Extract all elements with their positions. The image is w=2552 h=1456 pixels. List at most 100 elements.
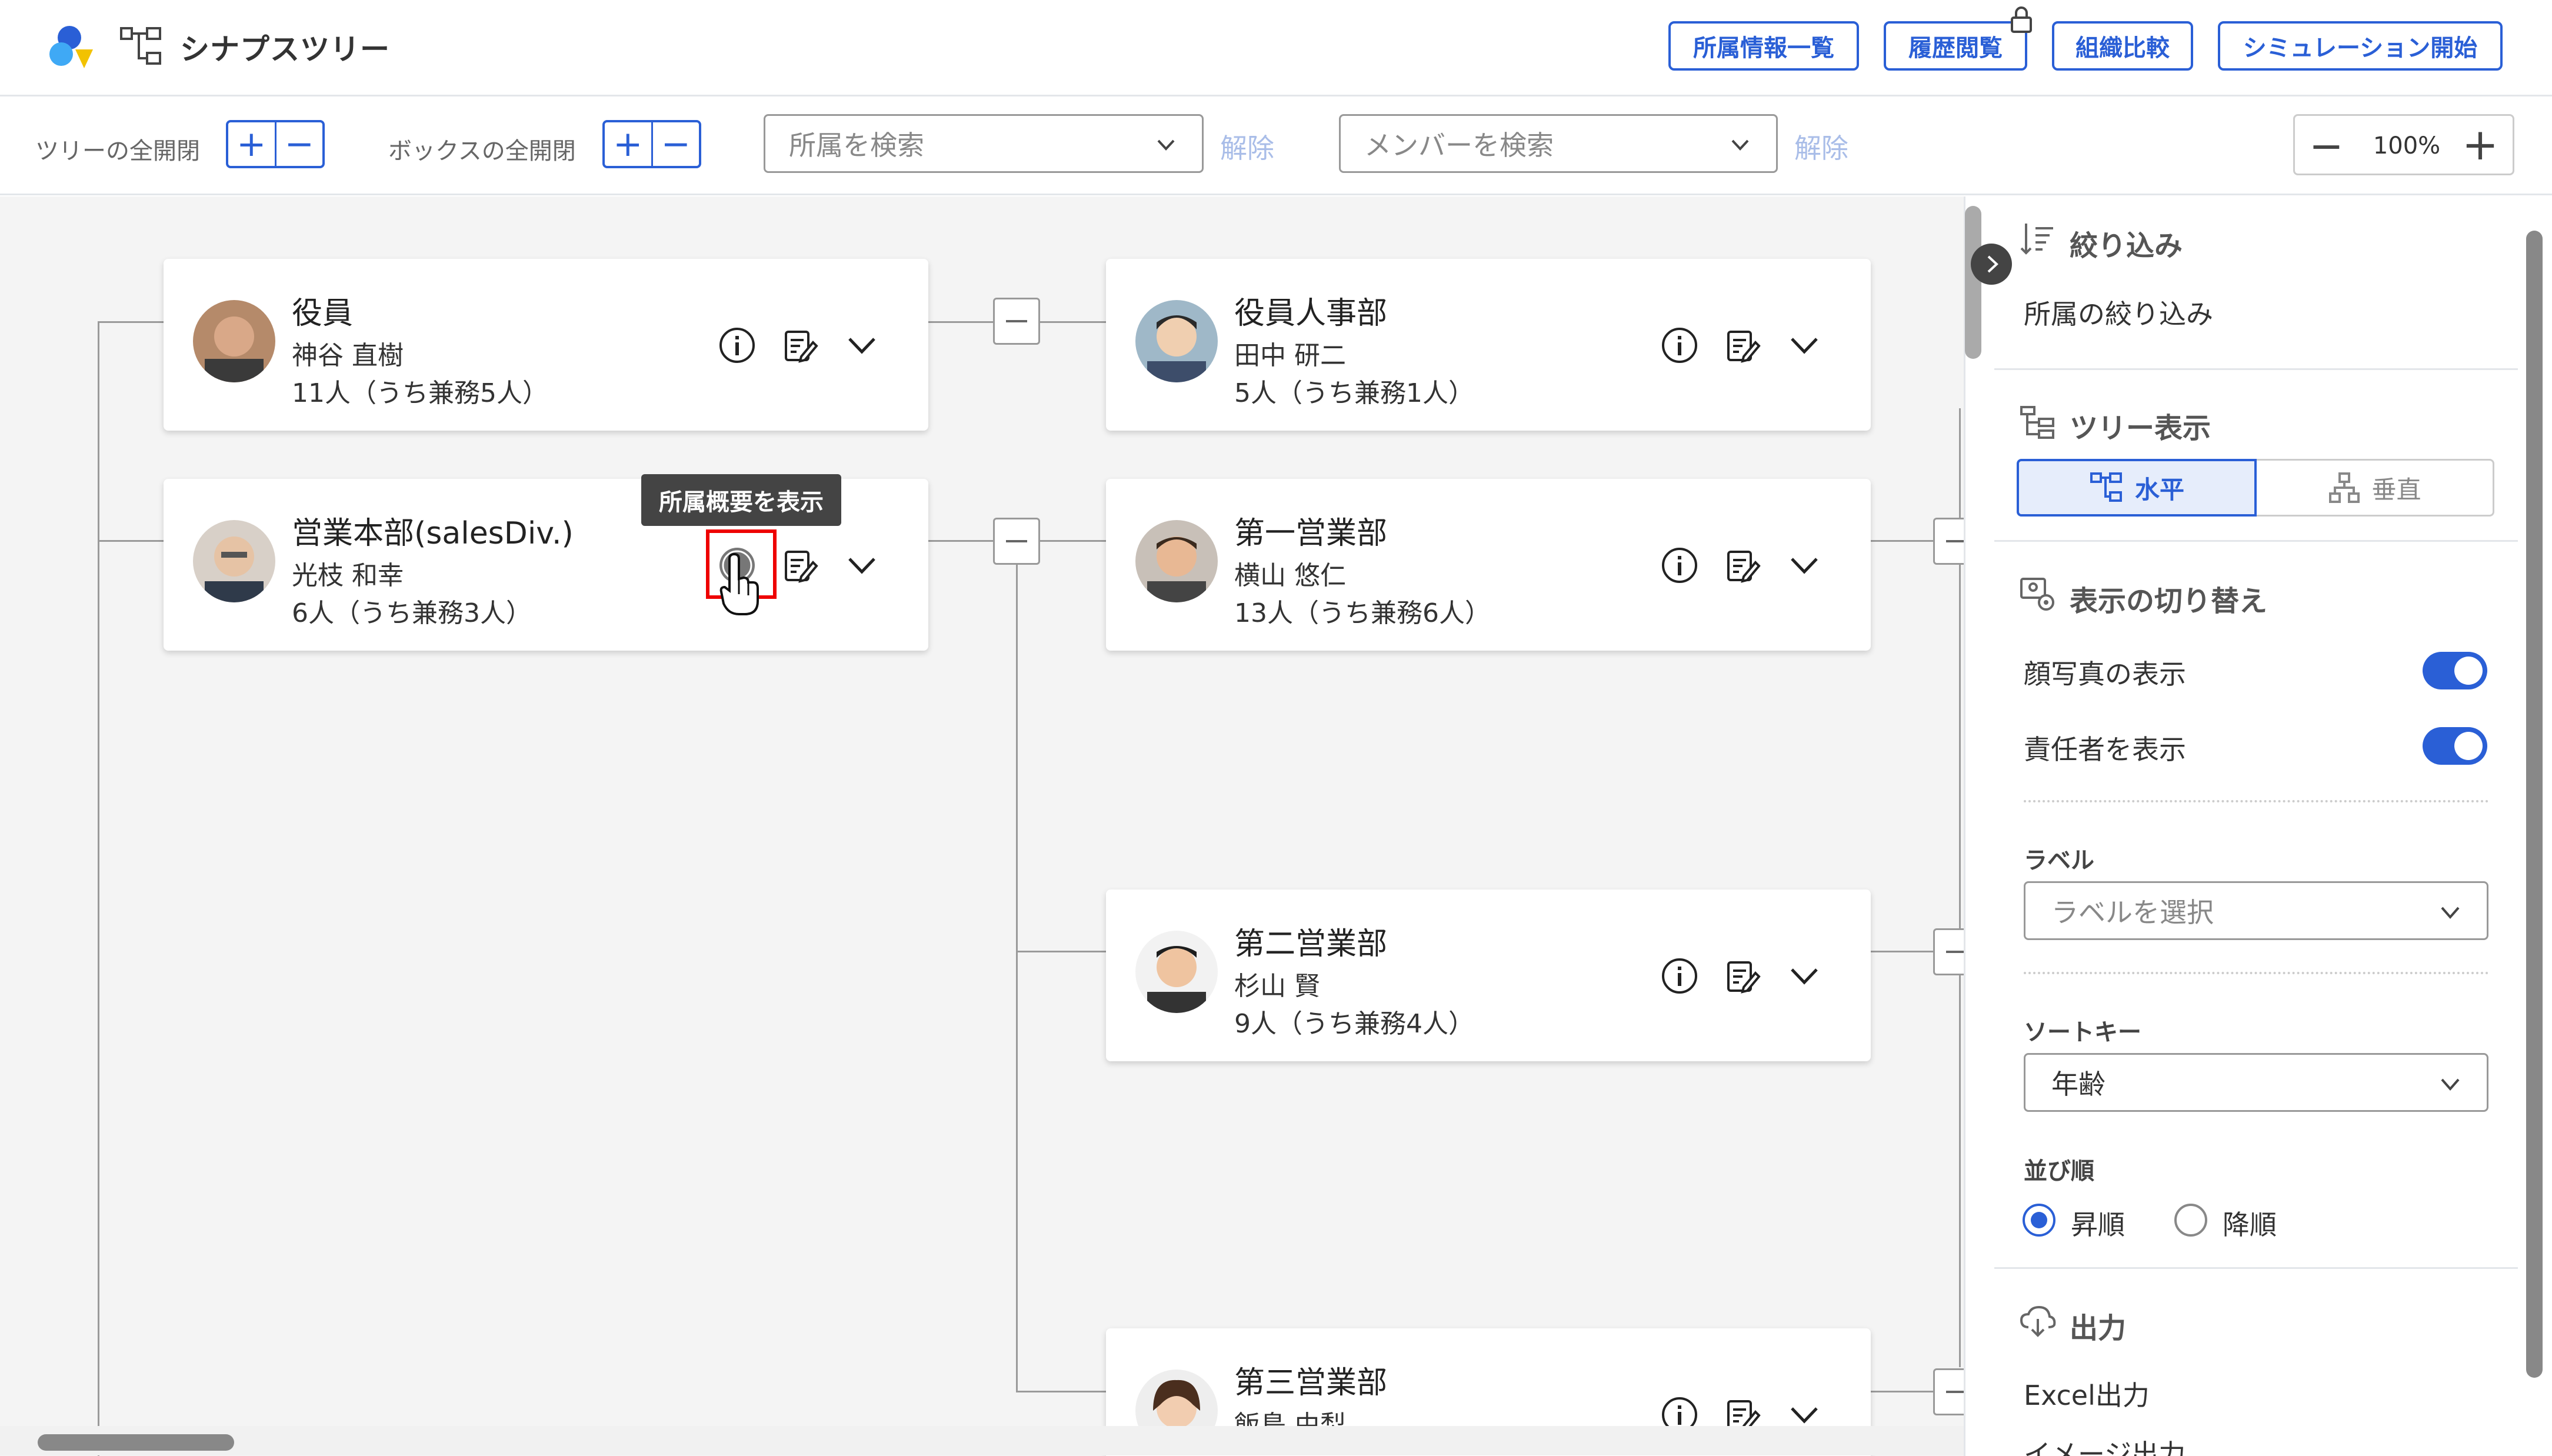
show-photo-toggle[interactable] xyxy=(2423,652,2487,689)
box-collapse-button[interactable]: − xyxy=(653,122,699,166)
node-member-count: 11人（うち兼務5人） xyxy=(292,378,548,408)
chevron-down-icon[interactable] xyxy=(1784,545,1825,586)
app-header: シナプスツリー 所属情報一覧 履歴閲覧 組織比較 シミュレーション開始 xyxy=(0,0,2552,96)
descending-label: 降順 xyxy=(2223,1209,2277,1241)
compare-button[interactable]: 組織比較 xyxy=(2052,21,2193,71)
box-toggle-group: + − xyxy=(602,120,701,168)
avatar xyxy=(1135,300,1218,382)
chevron-down-icon[interactable] xyxy=(841,545,882,586)
pointer-hand-icon xyxy=(719,553,759,615)
connector-line xyxy=(1016,540,1018,1392)
filter-title: 絞り込み xyxy=(2070,229,2183,262)
info-icon[interactable] xyxy=(717,325,758,366)
chevron-down-icon[interactable] xyxy=(841,325,882,366)
node-leader: 横山 悠仁 xyxy=(1234,561,1346,591)
collapse-panel-button[interactable] xyxy=(1971,244,2012,285)
display-toggle-title: 表示の切り替え xyxy=(2070,585,2268,618)
member-search-placeholder: メンバーを検索 xyxy=(1364,129,1554,161)
divider xyxy=(1994,368,2518,370)
filter-affiliation-link[interactable]: 所属の絞り込み xyxy=(2024,293,2213,332)
zoom-out-button[interactable]: − xyxy=(2309,122,2344,170)
info-tooltip: 所属概要を表示 xyxy=(641,474,841,526)
info-icon[interactable] xyxy=(1659,325,1700,366)
tree-toggle-label: ツリーの全開閉 xyxy=(35,138,200,165)
edit-note-icon[interactable] xyxy=(779,545,820,586)
tree-view-title: ツリー表示 xyxy=(2070,412,2211,445)
divider xyxy=(2024,800,2488,802)
horizontal-view-button[interactable]: 水平 xyxy=(2017,459,2257,517)
filter-sort-icon xyxy=(2020,224,2053,255)
tree-canvas[interactable]: 役員 神谷 直樹 11人（うち兼務5人） 営業本部(salesDiv.) 光枝 … xyxy=(0,196,1964,1456)
vertical-view-button[interactable]: 垂直 xyxy=(2257,459,2494,517)
ascending-radio[interactable] xyxy=(2023,1204,2055,1237)
ascending-label: 昇順 xyxy=(2071,1209,2125,1241)
toolbar: ツリーの全開閉 + − ボックスの全開閉 + − 所属を検索 解除 メンバーを検… xyxy=(0,96,2552,195)
node-name: 役員 xyxy=(292,296,354,331)
label-select[interactable]: ラベルを選択 xyxy=(2024,881,2488,940)
chevron-down-icon[interactable] xyxy=(1784,955,1825,997)
excel-output-link[interactable]: Excel出力 xyxy=(2024,1374,2150,1413)
zoom-level: 100% xyxy=(2373,132,2441,159)
label-title: ラベル xyxy=(2024,847,2094,874)
node-member-count: 6人（うち兼務3人） xyxy=(292,598,532,628)
node-leader: 杉山 賢 xyxy=(1234,971,1320,1001)
chevron-down-icon[interactable] xyxy=(1784,325,1825,366)
org-node-card[interactable]: 第一営業部 横山 悠仁 13人（うち兼務6人） xyxy=(1106,479,1871,651)
org-node-card[interactable]: 役員人事部 田中 研二 5人（うち兼務1人） xyxy=(1106,259,1871,431)
collapse-node-button[interactable] xyxy=(993,298,1040,345)
node-leader: 光枝 和幸 xyxy=(292,561,404,591)
node-name: 第二営業部 xyxy=(1234,927,1388,962)
chevron-down-icon xyxy=(2441,907,2460,919)
zoom-in-button[interactable]: + xyxy=(2462,119,2498,170)
edit-note-icon[interactable] xyxy=(1721,545,1763,586)
org-node-card[interactable]: 役員 神谷 直樹 11人（うち兼務5人） xyxy=(164,259,928,431)
edit-note-icon[interactable] xyxy=(779,325,820,366)
edit-note-icon[interactable] xyxy=(1721,325,1763,366)
connector-line xyxy=(98,321,164,323)
box-expand-button[interactable]: + xyxy=(605,122,653,166)
sort-key-title: ソートキー xyxy=(2024,1019,2141,1046)
panel-vertical-scrollbar[interactable] xyxy=(2526,231,2543,1378)
affiliation-search-select[interactable]: 所属を検索 xyxy=(764,114,1204,173)
show-leader-label: 責任者を表示 xyxy=(2024,734,2186,765)
node-name: 役員人事部 xyxy=(1234,296,1388,331)
avatar xyxy=(1135,520,1218,602)
collapse-node-button[interactable] xyxy=(1933,1368,1964,1415)
lock-icon xyxy=(2011,6,2032,33)
edit-note-icon[interactable] xyxy=(1721,955,1763,997)
show-leader-toggle[interactable] xyxy=(2423,727,2487,765)
affiliation-list-button[interactable]: 所属情報一覧 xyxy=(1668,21,1859,71)
affiliation-clear-link[interactable]: 解除 xyxy=(1220,127,1274,166)
horizontal-scrollbar[interactable] xyxy=(0,1426,1964,1455)
info-icon[interactable] xyxy=(1659,545,1700,586)
connector-line xyxy=(1871,540,1941,542)
avatar xyxy=(193,520,275,602)
connector-line xyxy=(1871,1391,1941,1392)
vertical-label: 垂直 xyxy=(2371,475,2421,504)
chevron-down-icon xyxy=(1731,139,1749,151)
node-name: 第一営業部 xyxy=(1234,516,1388,551)
info-icon[interactable] xyxy=(1659,955,1700,997)
simulation-button[interactable]: シミュレーション開始 xyxy=(2218,21,2503,71)
history-button[interactable]: 履歴閲覧 xyxy=(1884,6,2032,71)
horizontal-scroll-thumb[interactable] xyxy=(38,1434,234,1451)
chevron-right-icon xyxy=(1987,255,1998,273)
tree-collapse-button[interactable]: − xyxy=(276,122,323,166)
sort-key-select[interactable]: 年齢 xyxy=(2024,1053,2488,1112)
image-output-link[interactable]: イメージ出力 xyxy=(2024,1433,2185,1456)
member-search-select[interactable]: メンバーを検索 xyxy=(1339,114,1778,173)
tree-expand-button[interactable]: + xyxy=(228,122,276,166)
collapse-node-button[interactable] xyxy=(993,518,1040,565)
descending-radio[interactable] xyxy=(2174,1204,2207,1237)
sort-key-value: 年齢 xyxy=(2051,1068,2105,1100)
collapse-node-button[interactable] xyxy=(1933,928,1964,975)
app-logo xyxy=(49,26,93,68)
order-title: 並び順 xyxy=(2024,1158,2094,1185)
chevron-down-icon xyxy=(2441,1078,2460,1091)
collapse-node-button[interactable] xyxy=(1933,518,1964,565)
member-clear-link[interactable]: 解除 xyxy=(1794,127,1848,166)
canvas-vertical-scrollbar[interactable] xyxy=(1965,206,1981,359)
org-node-card[interactable]: 第二営業部 杉山 賢 9人（うち兼務4人） xyxy=(1106,889,1871,1061)
divider xyxy=(1994,540,2518,542)
node-leader: 田中 研二 xyxy=(1234,341,1346,371)
